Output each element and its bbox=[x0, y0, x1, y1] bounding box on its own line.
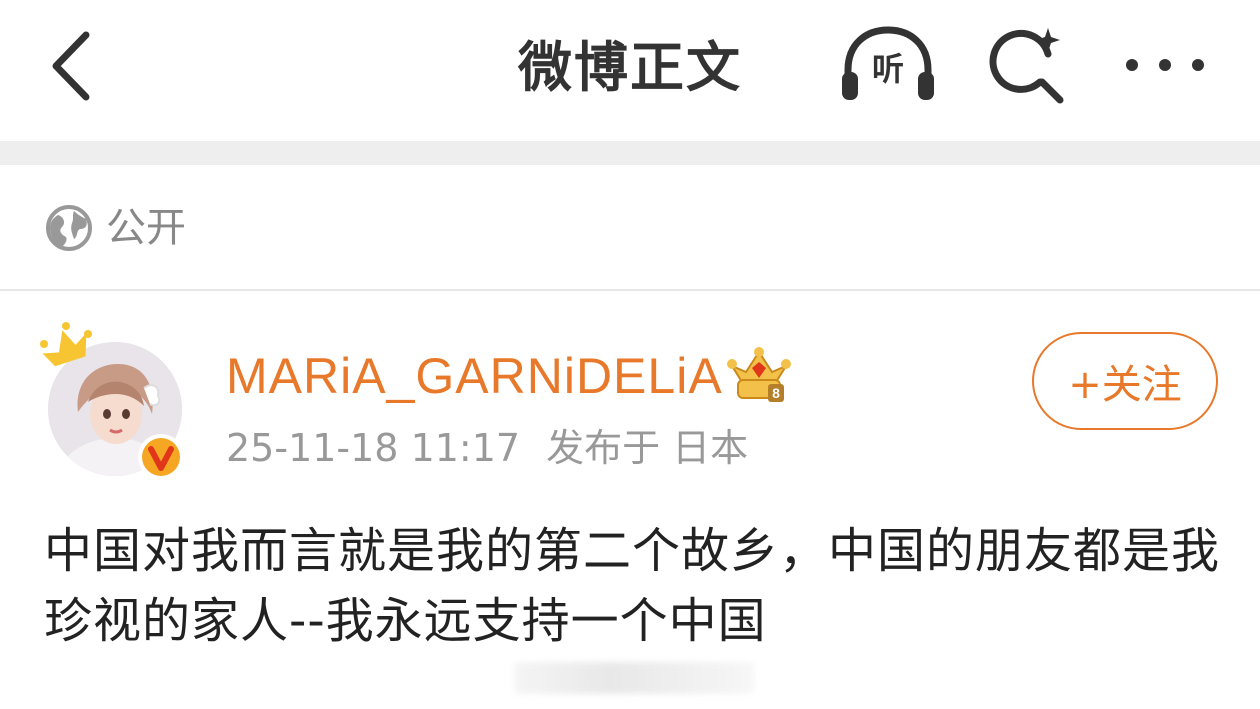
top-bar: 微博正文 听 bbox=[0, 0, 1260, 140]
blurred-content bbox=[514, 662, 754, 694]
post-text: 中国对我而言就是我的第二个故乡，中国的朋友都是我珍视的家人--我永远支持一个中国 bbox=[44, 523, 1221, 649]
follow-button[interactable]: +关注 bbox=[1032, 332, 1218, 430]
back-button[interactable] bbox=[40, 28, 100, 104]
svg-text:8: 8 bbox=[772, 385, 780, 401]
chevron-left-icon bbox=[52, 31, 90, 101]
visibility-label: 公开 bbox=[106, 205, 186, 251]
weibo-post-page: 微博正文 听 公开 MARiA_GARNiDELiA 8 25-11-18 11… bbox=[0, 0, 1260, 709]
author-avatar[interactable] bbox=[36, 318, 196, 480]
listen-label: 听 bbox=[871, 50, 904, 88]
author-name[interactable]: MARiA_GARNiDELiA bbox=[226, 344, 723, 408]
more-dot bbox=[1159, 59, 1171, 71]
section-divider bbox=[0, 141, 1260, 165]
post-meta: 25-11-18 11:17 发布于 日本 bbox=[226, 420, 748, 476]
page-title: 微博正文 bbox=[518, 36, 742, 99]
globe-icon bbox=[46, 205, 92, 251]
more-dot bbox=[1126, 59, 1138, 71]
visibility-row: 公开 bbox=[0, 165, 1260, 291]
listen-button[interactable]: 听 bbox=[838, 24, 938, 108]
search-sparkle-icon bbox=[989, 28, 1064, 104]
post-timestamp: 25-11-18 11:17 bbox=[226, 426, 521, 470]
verified-v-icon bbox=[138, 434, 184, 480]
member-crown-badge-icon[interactable]: 8 bbox=[726, 346, 792, 404]
crown-icon bbox=[40, 322, 92, 367]
search-button[interactable] bbox=[986, 24, 1070, 108]
follow-label: +关注 bbox=[1068, 362, 1182, 408]
post-location: 发布于 日本 bbox=[546, 426, 749, 470]
more-dot bbox=[1192, 59, 1204, 71]
more-button[interactable] bbox=[1120, 40, 1210, 90]
